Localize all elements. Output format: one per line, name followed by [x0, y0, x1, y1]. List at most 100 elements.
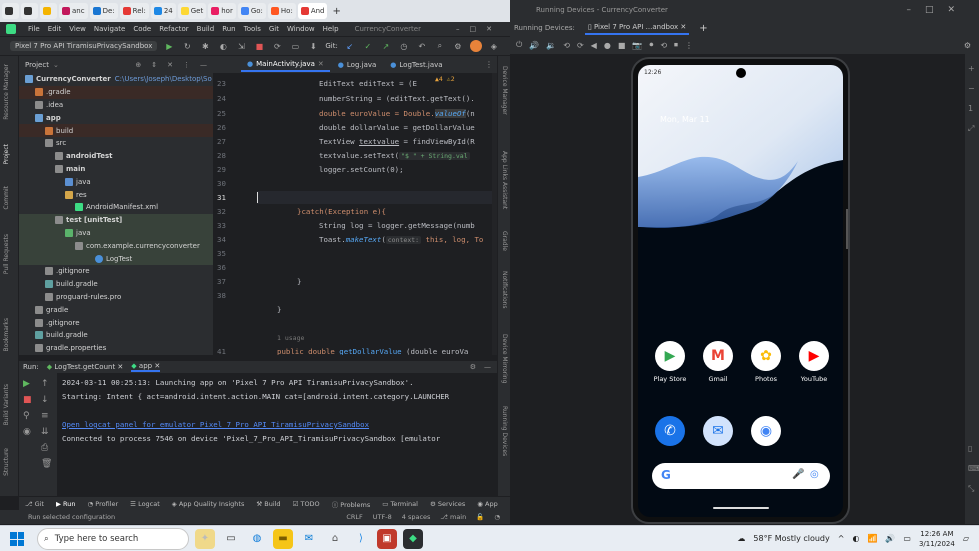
window-controls[interactable]: –□✕ — [456, 25, 510, 33]
git-update-icon[interactable]: ↙ — [344, 40, 356, 52]
hide-panel-icon[interactable]: — — [200, 61, 207, 69]
todo-tool-tab[interactable]: ☑ TODO — [293, 500, 320, 508]
taskbar-search[interactable]: ⌕ Type here to search — [37, 527, 189, 550]
photos-icon[interactable]: ✿ — [751, 341, 781, 371]
device-frame-icon[interactable]: ▯ — [968, 444, 972, 453]
tree-item[interactable]: CurrencyConverter C:\Users\Joseph\Desktop… — [19, 73, 213, 86]
tab-run-app[interactable]: ◆ app ✕ — [131, 362, 161, 372]
scroll-down-icon[interactable]: ↓ — [41, 395, 49, 405]
keyboard-icon[interactable]: ⌨ — [968, 464, 979, 473]
app-inspection-tool-tab[interactable]: ◉ App — [477, 500, 497, 508]
device-mirroring-tab[interactable]: Device Mirroring — [501, 334, 508, 383]
debug-icon[interactable]: ✱ — [199, 40, 211, 52]
app-quality-tool-tab[interactable]: ◈ App Quality Insights — [172, 500, 245, 508]
power-icon[interactable]: ⏻ — [516, 40, 522, 50]
resource-manager-tab[interactable]: Resource Manager — [3, 64, 10, 120]
tray-app-icon[interactable]: ◐ — [852, 534, 859, 543]
rerun-icon[interactable]: ▶ — [23, 379, 30, 389]
close-icon[interactable]: ✕ — [678, 23, 686, 31]
menu-file[interactable]: File — [28, 25, 40, 33]
tree-item[interactable]: src — [19, 137, 213, 150]
zoom-fit-icon[interactable]: ⤢ — [968, 124, 974, 134]
menu-code[interactable]: Code — [133, 25, 151, 33]
network-icon[interactable]: 📶 — [867, 534, 877, 543]
settings-icon[interactable]: ⚙ — [470, 363, 476, 371]
browser-tab[interactable] — [40, 3, 57, 19]
vscode-icon[interactable]: ⟩ — [351, 529, 371, 549]
indent-setting[interactable]: 4 spaces — [402, 513, 431, 521]
tree-item[interactable]: .idea — [19, 99, 213, 112]
profile-icon[interactable]: ◐ — [217, 40, 229, 52]
tree-item[interactable]: res — [19, 188, 213, 201]
messages-icon[interactable]: ✉ — [703, 416, 733, 446]
widget-icon[interactable]: ✦ — [195, 528, 215, 549]
google-search-bar[interactable]: G 🎤 ◎ — [652, 463, 830, 489]
tree-item[interactable]: AndroidManifest.xml — [19, 201, 213, 214]
device-manager-tab[interactable]: Device Manager — [501, 66, 508, 115]
menu-edit[interactable]: Edit — [48, 25, 62, 33]
browser-tab[interactable]: Get — [177, 3, 207, 19]
new-tab-icon[interactable]: + — [332, 6, 340, 17]
options-icon[interactable]: ⋮ — [183, 61, 190, 69]
print-icon[interactable]: ⎙ — [41, 443, 48, 453]
browser-tab-active[interactable]: And — [297, 3, 328, 19]
open-logcat-link[interactable]: Open logcat panel for emulator Pixel 7 P… — [62, 420, 369, 429]
structure-tab[interactable]: Structure — [3, 448, 10, 476]
browser-tab[interactable]: hor — [208, 3, 236, 19]
browser-tab[interactable] — [21, 3, 38, 19]
history-icon[interactable]: ◷ — [398, 40, 410, 52]
snapshot-icon[interactable]: ⟲ — [660, 41, 667, 50]
git-tool-tab[interactable]: ⎇ Git — [25, 500, 44, 508]
fold-icon[interactable]: ⤡ — [968, 484, 974, 494]
tree-item[interactable]: main — [19, 163, 213, 176]
sync-icon[interactable]: ⟳ — [271, 40, 283, 52]
phone-app-icon[interactable]: ✆ — [655, 416, 685, 446]
run-tool-tab[interactable]: ▶ Run — [56, 500, 76, 508]
search-everywhere-icon[interactable]: ⌕ — [434, 40, 446, 52]
gesture-bar[interactable] — [713, 507, 769, 509]
task-view-icon[interactable]: ▭ — [221, 529, 241, 549]
notifications-tab[interactable]: Notifications — [501, 271, 508, 309]
tree-item[interactable]: build.gradle — [19, 329, 213, 342]
screenshot-icon[interactable]: 📷 — [632, 41, 642, 50]
terminal-tool-tab[interactable]: ▭ Terminal — [382, 500, 418, 508]
browser-tab[interactable]: De: — [89, 3, 118, 19]
collapse-all-icon[interactable]: ⇕ — [151, 61, 157, 69]
add-device-icon[interactable]: + — [699, 23, 707, 34]
bookmarks-tab[interactable]: Bookmarks — [3, 318, 10, 352]
stop-emulator-icon[interactable]: ⏹ — [674, 40, 678, 50]
screen-record-icon[interactable]: ⏺ — [649, 40, 653, 50]
rerun-icon[interactable]: ↻ — [181, 40, 193, 52]
zoom-actual-icon[interactable]: 1 — [968, 104, 973, 113]
clear-icon[interactable]: 🗑 — [41, 459, 52, 469]
browser-tab[interactable] — [2, 3, 19, 19]
running-devices-tab[interactable]: Running Devices — [501, 406, 508, 456]
tab-mainactivity[interactable]: ● MainActivity.java ✕ — [241, 58, 330, 72]
side-button[interactable] — [846, 209, 848, 249]
tree-item[interactable]: gradle — [19, 303, 213, 316]
soft-wrap-icon[interactable]: ≡ — [41, 411, 49, 421]
tree-item[interactable]: proguard-rules.pro — [19, 291, 213, 304]
rotate-right-icon[interactable]: ⟳ — [577, 41, 584, 50]
overview-icon[interactable]: ■ — [618, 41, 626, 50]
browser-tab[interactable]: Go: — [237, 3, 266, 19]
tree-item[interactable]: test [unitTest] — [19, 213, 213, 227]
menu-run[interactable]: Run — [222, 25, 235, 33]
run-icon[interactable]: ▶ — [163, 40, 175, 52]
tree-item[interactable]: java — [19, 175, 213, 188]
show-hidden-icons-icon[interactable]: ^ — [838, 534, 845, 543]
inspection-widget[interactable]: ▲4 ⚠2 — [435, 75, 455, 83]
browser-tab[interactable]: anc — [59, 3, 88, 19]
git-commit-icon[interactable]: ✓ — [362, 40, 374, 52]
services-tool-tab[interactable]: ⚙ Services — [430, 500, 465, 508]
code-editor[interactable]: ▲4 ⚠2 EditText editText = (E numberStrin… — [257, 73, 497, 355]
youtube-icon[interactable]: ▶ — [799, 341, 829, 371]
edge-icon[interactable]: ◍ — [247, 529, 267, 549]
logcat-tool-tab[interactable]: ☰ Logcat — [130, 500, 160, 508]
run-config-selector[interactable]: Pixel 7 Pro API TiramisuPrivacySandbox — [10, 41, 158, 51]
menu-help[interactable]: Help — [323, 25, 339, 33]
tab-run-logtest[interactable]: ◆ LogTest.getCount ✕ — [47, 363, 124, 371]
menu-refactor[interactable]: Refactor — [159, 25, 188, 33]
stop-icon[interactable]: ■ — [23, 395, 32, 405]
stop-icon[interactable]: ■ — [253, 40, 265, 52]
